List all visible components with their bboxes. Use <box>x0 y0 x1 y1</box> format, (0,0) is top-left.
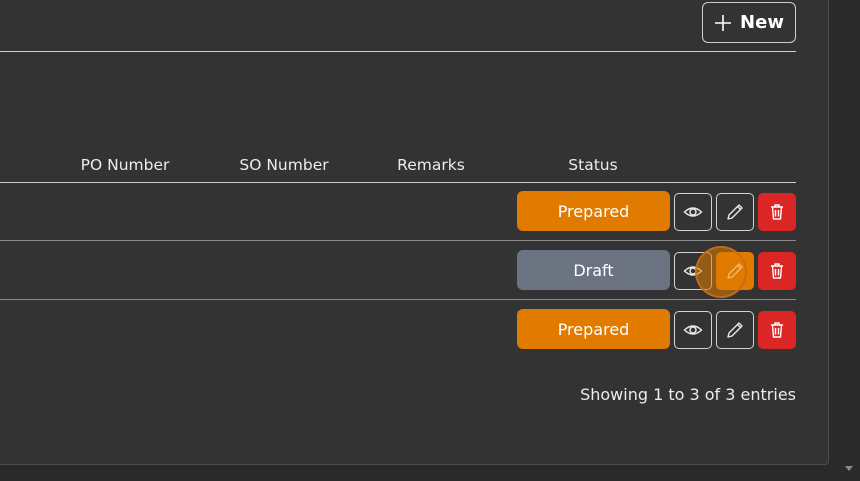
header-status[interactable]: Status <box>563 156 623 174</box>
edit-button[interactable] <box>716 252 754 290</box>
toolbar-divider <box>0 51 796 52</box>
delete-button[interactable] <box>758 193 796 231</box>
view-button[interactable] <box>674 311 712 349</box>
header-remarks[interactable]: Remarks <box>397 156 465 174</box>
edit-button[interactable] <box>716 311 754 349</box>
status-badge: Prepared <box>517 191 670 231</box>
pencil-icon <box>727 204 743 220</box>
scroll-down-arrow-icon[interactable] <box>845 466 853 471</box>
header-divider <box>0 182 796 183</box>
new-button-label: New <box>740 12 784 33</box>
scrollbar[interactable] <box>838 0 860 481</box>
eye-icon <box>683 207 703 217</box>
edit-button[interactable] <box>716 193 754 231</box>
status-badge: Prepared <box>517 309 670 349</box>
pencil-icon <box>727 322 743 338</box>
header-so-number[interactable]: SO Number <box>239 156 329 174</box>
trash-icon <box>771 204 783 220</box>
delete-button[interactable] <box>758 252 796 290</box>
pencil-icon <box>727 263 743 279</box>
eye-icon <box>683 266 703 276</box>
status-badge: Draft <box>517 250 670 290</box>
plus-icon <box>715 14 732 31</box>
delete-button[interactable] <box>758 311 796 349</box>
view-button[interactable] <box>674 252 712 290</box>
header-po-number[interactable]: PO Number <box>80 156 170 174</box>
new-button[interactable]: New <box>702 2 796 43</box>
table-info: Showing 1 to 3 of 3 entries <box>580 385 796 404</box>
row-divider <box>0 299 796 300</box>
row-divider <box>0 240 796 241</box>
trash-icon <box>771 263 783 279</box>
trash-icon <box>771 322 783 338</box>
view-button[interactable] <box>674 193 712 231</box>
eye-icon <box>683 325 703 335</box>
